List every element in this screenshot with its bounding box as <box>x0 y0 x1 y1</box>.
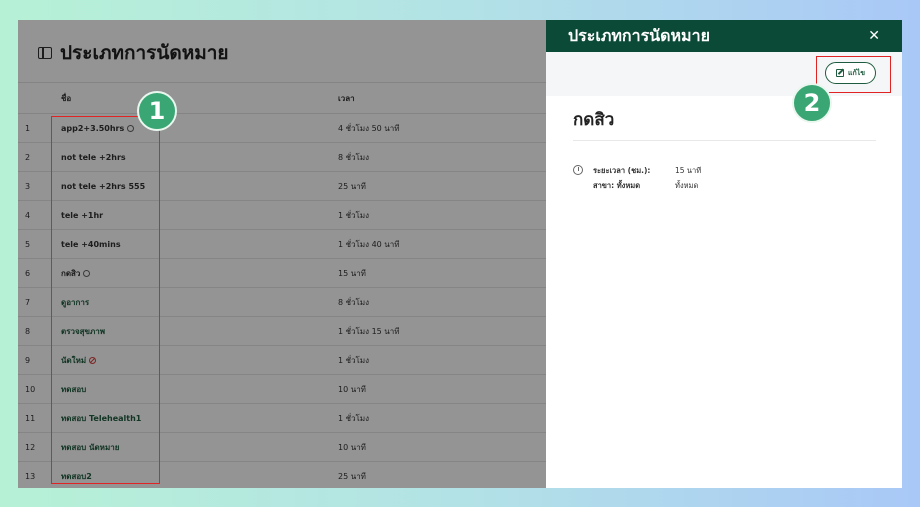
branch-label: สาขา: ทั้งหมด <box>593 180 641 190</box>
annotation-badge-1: 1 <box>137 91 177 131</box>
annotation-box-names <box>51 116 160 484</box>
branch-row: สาขา: ทั้งหมด ทั้งหมด <box>573 178 701 193</box>
duration-label: ระยะเวลา (ชม.): <box>593 165 651 175</box>
drawer-header: ประเภทการนัดหมาย ✕ <box>546 20 902 52</box>
branch-value: ทั้งหมด <box>675 180 699 190</box>
annotation-box-edit <box>816 56 891 93</box>
divider <box>573 140 876 141</box>
detail-title: กดสิว <box>573 110 615 130</box>
detail-info: ระยะเวลา (ชม.): 15 นาที สาขา: ทั้งหมด ทั… <box>573 163 701 193</box>
close-icon[interactable]: ✕ <box>868 28 880 44</box>
annotation-badge-2: 2 <box>792 83 832 123</box>
clock-icon <box>573 164 583 175</box>
duration-value: 15 นาที <box>675 165 702 175</box>
drawer-title: ประเภทการนัดหมาย <box>568 25 710 45</box>
duration-row: ระยะเวลา (ชม.): 15 นาที <box>573 163 701 178</box>
